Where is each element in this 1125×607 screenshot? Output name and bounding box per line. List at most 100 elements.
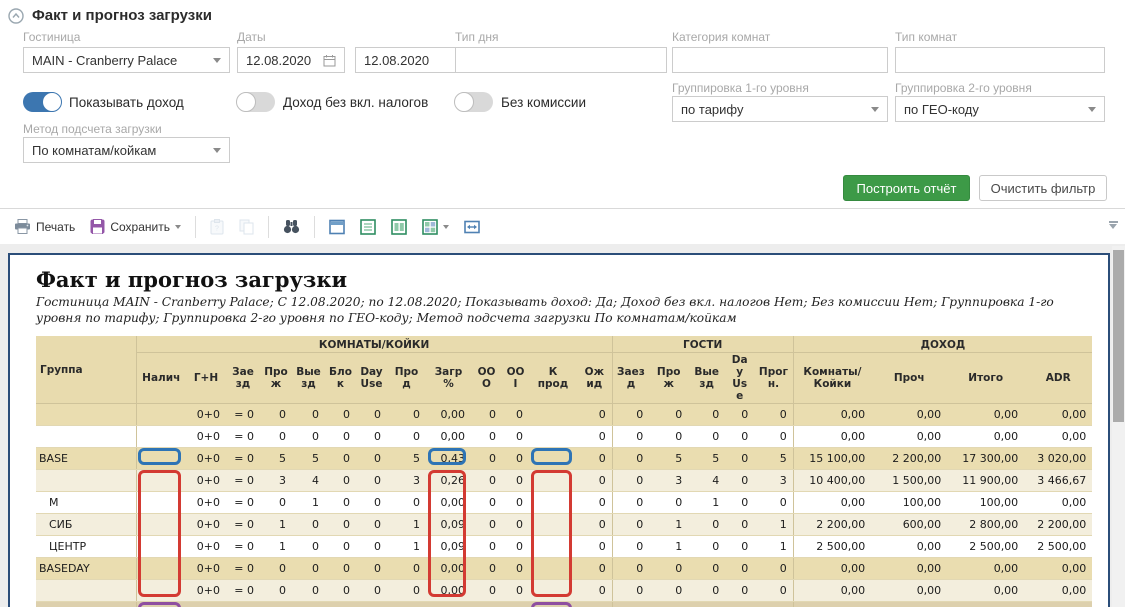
show-income-toggle[interactable] [23, 92, 61, 112]
print-button[interactable]: Печать [10, 216, 79, 237]
search-button[interactable] [279, 216, 304, 237]
table-cell: 0,09 [426, 514, 471, 536]
table-cell: 3 [754, 470, 793, 492]
table-cell: 1 [387, 536, 426, 558]
column-header: Ожид [577, 352, 612, 403]
count-method-select[interactable]: По комнатам/койкам [23, 137, 230, 163]
paste-button[interactable]: ? [206, 216, 228, 238]
table-cell: 0,00 [793, 580, 871, 602]
table-cell: 0+0 [186, 558, 226, 580]
table-cell: 0 [725, 470, 754, 492]
clear-filter-button[interactable]: Очистить фильтр [979, 175, 1107, 201]
table-cell: 4 [688, 470, 725, 492]
table-cell: 0 [292, 558, 325, 580]
day-type-input[interactable] [464, 53, 658, 68]
column-header: Загр % [426, 352, 471, 403]
view-window-button[interactable] [325, 216, 349, 238]
table-cell: 0 [612, 580, 649, 602]
day-type-field[interactable] [455, 47, 667, 73]
room-category-input[interactable] [681, 53, 879, 68]
column-header: Блок [325, 352, 356, 403]
table-cell: 5 [260, 448, 292, 470]
table-cell: 3 [387, 470, 426, 492]
table-cell: 0,00 [947, 404, 1024, 426]
save-button[interactable]: Сохранить [86, 216, 185, 237]
table-cell: 0 [577, 514, 612, 536]
column-header: OOI [502, 352, 529, 403]
table-cell: 0,00 [1024, 558, 1092, 580]
table-cell: 0 [649, 492, 688, 514]
date-to-field[interactable]: 12.08.2020 [355, 47, 467, 73]
table-cell: 0 [325, 470, 356, 492]
table-cell: 0,00 [426, 580, 471, 602]
table-cell: 0 [754, 426, 793, 448]
table-cell: 0,43 [426, 448, 471, 470]
date-from-value: 12.08.2020 [246, 53, 323, 68]
table-cell: 0 [649, 426, 688, 448]
table-cell: 5 [688, 448, 725, 470]
table-row: BASEDAY0+0= 0000000,00000000000,000,000,… [36, 558, 1092, 580]
table-cell: 0 [612, 558, 649, 580]
calendar-icon[interactable] [323, 54, 336, 67]
chevron-down-icon [213, 148, 221, 153]
column-header: Заезд [226, 352, 260, 403]
table-cell [136, 580, 186, 602]
copy-button[interactable] [235, 216, 258, 238]
column-header: Г+Н [186, 352, 226, 403]
table-cell: 0 [471, 404, 502, 426]
table-cell: 2 200,00 [871, 448, 947, 470]
table-cell [136, 558, 186, 580]
view-grid-button[interactable] [418, 216, 453, 238]
no-commission-toggle[interactable] [455, 92, 493, 112]
hotel-select-value: MAIN - Cranberry Palace [32, 53, 177, 68]
table-cell: 0 [612, 492, 649, 514]
room-category-field[interactable] [672, 47, 888, 73]
income-no-tax-toggle[interactable] [237, 92, 275, 112]
column-header: Проч [871, 352, 947, 403]
table-cell: 0 [725, 426, 754, 448]
grouping2-value: по ГЕО-коду [904, 102, 979, 117]
table-cell: 0,00 [947, 426, 1024, 448]
fit-width-button[interactable] [460, 216, 484, 238]
table-cell: = 0 [226, 470, 260, 492]
collapse-toolbar-icon[interactable] [1107, 221, 1119, 229]
save-icon [90, 219, 105, 234]
table-cell: 2 500,00 [793, 536, 871, 558]
view-document-button[interactable] [356, 216, 380, 238]
report-subtitle: Гостиница MAIN - Cranberry Palace; С 12.… [36, 295, 1084, 327]
table-cell: 15 100,00 [793, 602, 871, 607]
table-cell: 0 [577, 448, 612, 470]
collapse-panel-icon[interactable] [8, 8, 24, 24]
toggle-knob [42, 92, 62, 112]
table-cell: 0+0 [186, 514, 226, 536]
table-cell: 1 [754, 514, 793, 536]
date-from-field[interactable]: 12.08.2020 [237, 47, 345, 73]
table-cell: 1 145 [529, 602, 577, 607]
grouping2-select[interactable]: по ГЕО-коду [895, 96, 1105, 122]
table-cell: 2 200,00 [871, 602, 947, 607]
table-cell: 0 [688, 426, 725, 448]
view-grid-icon [422, 219, 438, 235]
table-cell: 0,00 [871, 580, 947, 602]
room-type-field[interactable] [895, 47, 1105, 73]
hotel-select[interactable]: MAIN - Cranberry Palace [23, 47, 230, 73]
table-cell: 0 [725, 404, 754, 426]
table-cell: 0+0 [186, 404, 226, 426]
copy-icon [239, 219, 254, 235]
table-group-header-row: ГруппаКОМНАТЫ/КОЙКИГОСТИДОХОД [36, 336, 1092, 353]
grouping1-select[interactable]: по тарифу [672, 96, 888, 122]
table-cell: 0 [356, 514, 387, 536]
table-cell: 0 [471, 580, 502, 602]
show-income-label: Показывать доход [69, 95, 184, 110]
build-report-button[interactable]: Построить отчёт [843, 175, 970, 201]
room-type-input[interactable] [904, 53, 1096, 68]
table-cell: 5 [649, 602, 688, 607]
vertical-scrollbar[interactable] [1112, 246, 1125, 607]
column-header: Прож [260, 352, 292, 403]
table-cell: 0 [471, 514, 502, 536]
table-cell: 0 [577, 558, 612, 580]
table-cell: 3 020,00 [1024, 602, 1092, 607]
scrollbar-thumb[interactable] [1113, 250, 1124, 422]
view-columns-button[interactable] [387, 216, 411, 238]
table-cell: 0 [612, 602, 649, 607]
